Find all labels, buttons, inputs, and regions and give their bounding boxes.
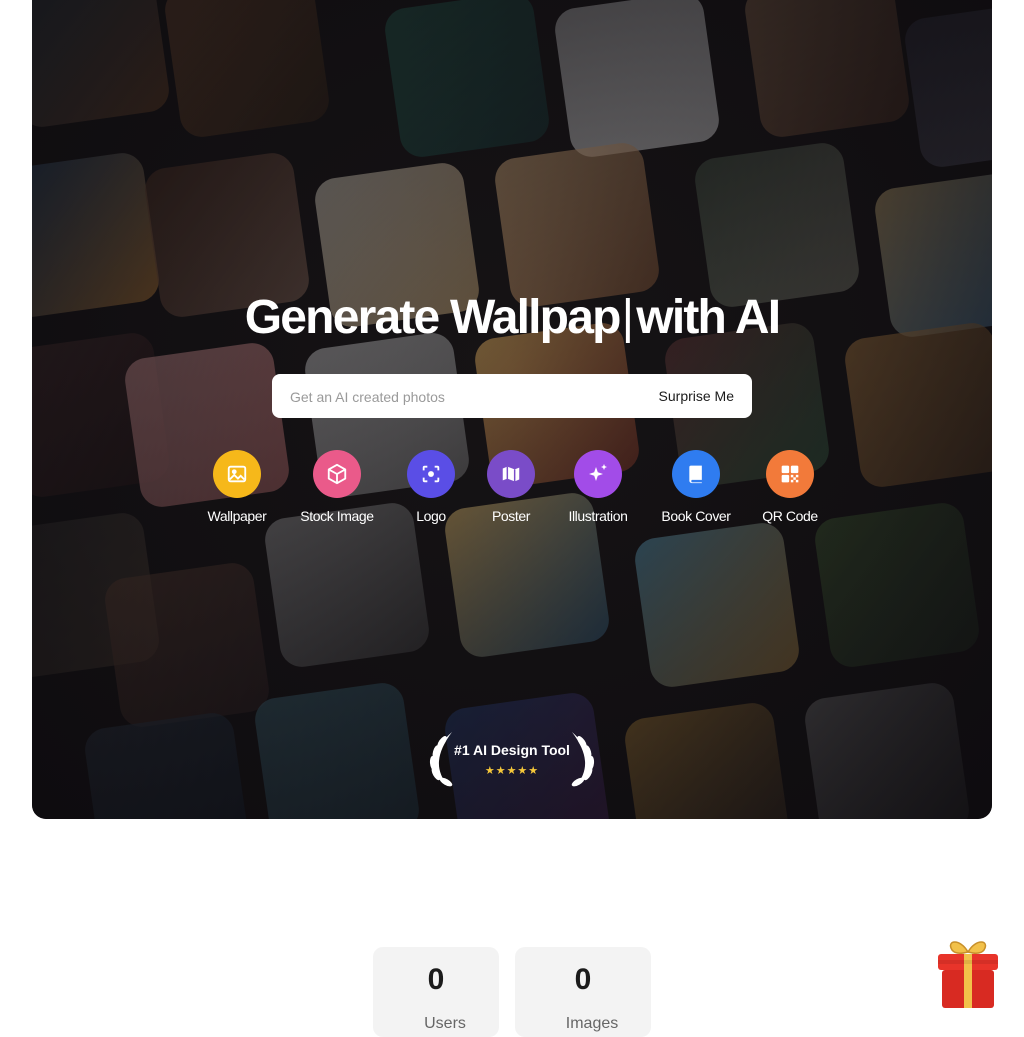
award-title: #1 AI Design Tool [454,742,570,758]
focus-icon [422,465,440,483]
category-qr-code[interactable]: QR Code [735,450,845,524]
box-icon [327,463,347,485]
category-icon-circle [407,450,455,498]
book-icon [689,465,702,484]
category-icon-circle [574,450,622,498]
stat-label: Images [565,1015,619,1032]
category-label: Wallpaper [207,508,267,524]
headline-suffix: with AI [636,291,781,344]
hero-headline: Generate Wallpap|with AI [32,290,992,345]
headline-prefix: Generate Wallpap [244,291,622,344]
prompt-input[interactable] [288,374,632,420]
image-icon [227,465,247,483]
sparkles-icon [589,464,607,481]
award-badge: #1 AI Design Tool ★★★★★ [422,728,602,788]
gift-icon [938,941,998,1008]
stat-value: 0 [427,963,445,996]
typing-caret: | [621,291,634,344]
category-icon-circle [313,450,361,498]
surprise-me-button[interactable]: Surprise Me [651,374,742,418]
qr-code-icon [781,465,799,483]
category-wallpaper[interactable]: Wallpaper [182,450,292,524]
category-icon-circle [766,450,814,498]
category-label: QR Code [762,508,818,524]
gift-button[interactable] [934,936,1002,1012]
stat-label: Users [424,1015,466,1032]
stat-value: 0 [574,963,592,996]
star-rating: ★★★★★ [484,765,540,777]
category-icon-circle [672,450,720,498]
hero-banner: Generate Wallpap|with AI Surprise Me Wal… [32,0,992,819]
category-icon-circle [213,450,261,498]
map-icon [502,466,520,483]
category-illustration[interactable]: Illustration [543,450,653,524]
category-icon-circle [487,450,535,498]
laurel-wreath-icon [429,732,595,787]
prompt-search-bar: Surprise Me [272,374,752,420]
category-label: Illustration [568,508,628,524]
